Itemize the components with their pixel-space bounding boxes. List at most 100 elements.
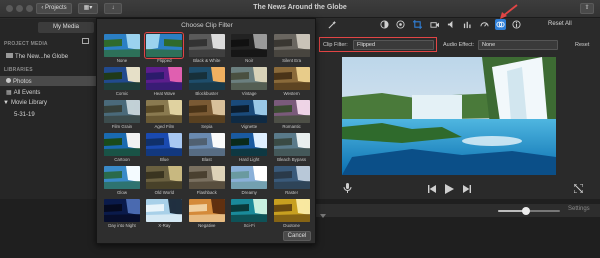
volume-icon[interactable] — [447, 20, 456, 29]
sidebar-toggle-icon[interactable] — [82, 38, 89, 44]
filter-blue[interactable]: Blue — [143, 131, 185, 164]
equalizer-icon[interactable] — [463, 20, 472, 29]
crop-icon[interactable] — [413, 20, 422, 29]
clip-filter-icon[interactable] — [495, 19, 506, 30]
filter-label: Western — [283, 91, 300, 96]
filter-duotone[interactable]: Duotone — [271, 197, 313, 230]
filter-negative[interactable]: Negative — [186, 197, 228, 230]
filter-label: Day into Night — [108, 223, 136, 228]
share-button[interactable]: ⇧ — [580, 3, 594, 14]
zoom-slider-knob[interactable] — [521, 207, 530, 215]
filter-bleach-bypass[interactable]: Bleach Bypass — [271, 131, 313, 164]
skip-forward-icon[interactable] — [463, 185, 471, 193]
stabilization-icon[interactable] — [430, 20, 439, 29]
filter-thumbnail — [273, 133, 310, 156]
project-media-header: PROJECT MEDIA — [4, 41, 48, 47]
filter-thumbnail — [146, 67, 183, 90]
sidebar-item-project[interactable]: The New...he Globe — [6, 53, 68, 60]
filter-film-grain[interactable]: Film Grain — [101, 98, 143, 131]
filter-label: Sci-Fi — [243, 223, 255, 228]
filter-thumbnail — [188, 166, 225, 189]
filter-day-into-night[interactable]: Day into Night — [101, 197, 143, 230]
reset-all-button[interactable]: Reset All — [548, 21, 572, 27]
filter-label: Hard Light — [239, 157, 260, 162]
audio-effect-field[interactable]: None — [478, 40, 558, 50]
sidebar-item-event[interactable]: 5-31-19 — [14, 112, 35, 118]
filter-thumbnail — [231, 133, 268, 156]
star-icon: ▦ — [6, 90, 12, 96]
filter-blockbuster[interactable]: Blockbuster — [186, 65, 228, 98]
filter-thumbnail — [273, 34, 310, 57]
filter-label: Cartoon — [114, 157, 130, 162]
filter-flashback[interactable]: Flashback — [186, 164, 228, 197]
sidebar-item-all-events-label: All Events — [13, 90, 41, 96]
filter-sepia[interactable]: Sepia — [186, 98, 228, 131]
filter-thumbnail — [231, 100, 268, 123]
sidebar-item-project-label: The New...he Globe — [15, 54, 69, 60]
filter-silent-era[interactable]: Silent Era — [271, 32, 313, 65]
sidebar-item-all-events[interactable]: ▦ All Events — [6, 89, 40, 96]
filter-comic[interactable]: Comic — [101, 65, 143, 98]
filter-vintage[interactable]: Vintage — [228, 65, 270, 98]
filter-old-world[interactable]: Old World — [143, 164, 185, 197]
color-correction-icon[interactable] — [396, 20, 405, 29]
filter-label: Vignette — [241, 124, 258, 129]
filter-x-ray[interactable]: X-Ray — [143, 197, 185, 230]
sidebar-item-photos[interactable]: Photos — [6, 78, 32, 85]
microphone-icon[interactable] — [343, 183, 352, 193]
filter-aged-film[interactable]: Aged Film — [143, 98, 185, 131]
viewer-preview-image — [342, 57, 556, 175]
filter-thumbnail — [104, 34, 140, 57]
filter-sci-fi[interactable]: Sci-Fi — [228, 197, 270, 230]
play-icon[interactable] — [445, 184, 454, 194]
filter-thumbnail — [188, 199, 225, 222]
pointer-arrow-icon — [500, 4, 518, 19]
filter-heat-wave[interactable]: Heat Wave — [143, 65, 185, 98]
zoom-slider[interactable] — [498, 207, 560, 215]
cancel-button[interactable]: Cancel — [283, 231, 311, 241]
filter-thumbnail — [273, 199, 310, 222]
filter-raster[interactable]: Raster — [271, 164, 313, 197]
filter-label: Romantic — [282, 124, 301, 129]
filter-thumbnail — [188, 34, 225, 57]
filter-western[interactable]: Western — [271, 65, 313, 98]
filter-thumbnail — [146, 166, 183, 189]
filter-thumbnail — [146, 133, 183, 156]
filter-thumbnail — [231, 67, 268, 90]
film-strip-icon — [6, 53, 13, 58]
filter-thumbnail — [104, 199, 140, 222]
filter-blast[interactable]: Blast — [186, 131, 228, 164]
skip-back-icon[interactable] — [428, 185, 436, 193]
filter-flipped[interactable]: Flipped — [143, 32, 185, 65]
filter-black-white[interactable]: Black & White — [186, 32, 228, 65]
filter-label: Old World — [154, 190, 175, 195]
tab-my-media[interactable]: My Media — [38, 22, 94, 33]
fullscreen-icon[interactable] — [574, 184, 583, 193]
clip-filter-field[interactable]: Flipped — [353, 40, 434, 50]
filter-thumbnail — [104, 100, 140, 123]
filter-hard-light[interactable]: Hard Light — [228, 131, 270, 164]
filter-none[interactable]: None — [101, 32, 143, 65]
settings-button[interactable]: Settings — [568, 206, 590, 212]
info-icon[interactable] — [512, 20, 521, 29]
playhead-marker-icon[interactable] — [320, 214, 326, 218]
magic-wand-icon[interactable] — [328, 20, 337, 29]
filter-dreamy[interactable]: Dreamy — [228, 164, 270, 197]
color-balance-icon[interactable] — [380, 20, 389, 29]
filter-label: Black & White — [193, 58, 221, 63]
filter-label: Heat Wave — [153, 91, 176, 96]
libraries-header: LIBRARIES — [4, 67, 33, 73]
filter-label: Flashback — [196, 190, 217, 195]
reset-button[interactable]: Reset — [575, 42, 589, 48]
filter-vignette[interactable]: Vignette — [228, 98, 270, 131]
filter-thumbnail — [146, 100, 183, 123]
filter-glow[interactable]: Glow — [101, 164, 143, 197]
filter-thumbnail — [188, 133, 225, 156]
filter-cartoon[interactable]: Cartoon — [101, 131, 143, 164]
filter-label: Comic — [115, 91, 129, 96]
speed-icon[interactable] — [480, 20, 489, 29]
sidebar-item-movie-library[interactable]: ▼ Movie Library — [3, 100, 47, 106]
filter-label: Negative — [198, 223, 216, 228]
filter-romantic[interactable]: Romantic — [271, 98, 313, 131]
filter-noir[interactable]: Noir — [228, 32, 270, 65]
